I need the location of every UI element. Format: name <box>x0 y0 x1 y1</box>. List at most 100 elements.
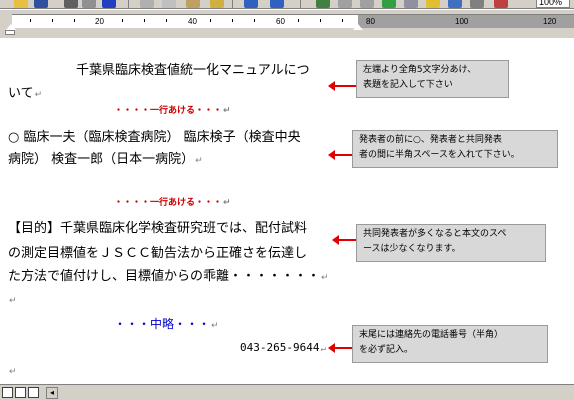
body-line-2: の測定目標値をＪＳＣＣ勧告法から正確さを伝達し <box>8 245 307 263</box>
ruler-tick <box>298 19 299 22</box>
ruler-mark: 20 <box>95 17 104 26</box>
ruler-tick <box>232 19 233 22</box>
ruler-tick <box>74 19 75 22</box>
note-presenter-format: 発表者の前に○、発表者と共同発表 者の間に半角スペースを入れて下さい。 <box>352 130 558 168</box>
spellcheck-icon[interactable] <box>102 0 116 8</box>
ruler-tick <box>122 19 123 22</box>
ruler-tick <box>342 19 343 22</box>
redo-icon[interactable] <box>270 0 284 8</box>
document-page[interactable]: 千葉県臨床検査値統一化マニュアルにつ いて↵ ・・・・一行あける・・・↵ ○ 臨… <box>0 38 574 384</box>
save-icon[interactable] <box>34 0 48 8</box>
ruler-mark: 60 <box>276 17 285 26</box>
omitted-text: ・・・中略・・・ <box>114 317 211 331</box>
note-text: ースは少なくなります。 <box>363 244 461 254</box>
title-line-2: いて↵ <box>8 85 42 104</box>
body-line-1: 【目的】千葉県臨床化学検査研究班では、配付試料 <box>8 220 307 238</box>
ruler-tick <box>30 19 31 22</box>
empty-paragraph: ↵ <box>8 362 17 381</box>
body-text: の測定目標値をＪＳＣＣ勧告法から正確さを伝達し <box>8 246 308 261</box>
ruler-right-indent-icon[interactable] <box>353 24 363 30</box>
empty-paragraph: ↵ <box>8 291 17 310</box>
paragraph-mark-icon: ↵ <box>223 106 231 116</box>
note-text: 者の間に半角スペースを入れて下さい。 <box>359 150 520 160</box>
ruler-tick <box>144 19 145 22</box>
authors-line-1: ○ 臨床一夫（臨床検査病院） 臨床検子（検査中央 <box>8 129 301 147</box>
web-layout-icon[interactable] <box>15 387 26 398</box>
title-text: 千葉県臨床検査値統一化マニュアルにつ <box>76 63 310 78</box>
title-text: いて <box>8 86 34 101</box>
phone-number: 043-265-9644 <box>240 341 320 354</box>
hyperlink-icon[interactable] <box>316 0 330 8</box>
view-bar: ◂ <box>0 384 574 400</box>
authors-text: 病院） 検査一郎（日本一病院） <box>8 152 195 167</box>
undo-icon[interactable] <box>244 0 258 8</box>
toolbar-separator <box>128 0 129 8</box>
paragraph-mark-icon: ↵ <box>320 344 326 354</box>
paragraph-mark-icon: ↵ <box>223 198 231 208</box>
paragraph-mark-icon: ↵ <box>9 296 17 306</box>
blank-line-text: ・・・・一行あける・・・ <box>114 106 223 116</box>
toolbar-separator <box>232 0 233 8</box>
normal-view-icon[interactable] <box>2 387 13 398</box>
ruler-mark: 40 <box>188 17 197 26</box>
paste-icon[interactable] <box>186 0 200 8</box>
note-text: 発表者の前に○、発表者と共同発表 <box>359 135 502 145</box>
ruler-mark: 80 <box>366 17 375 26</box>
note-title-indent: 左端より全角5文字分あけ、 表題を記入して下さい <box>356 60 509 98</box>
ruler-left-indent-icon[interactable] <box>5 30 15 35</box>
insert-table-icon[interactable] <box>360 0 374 8</box>
horizontal-ruler[interactable]: 20 40 60 80 100 120 <box>0 10 574 38</box>
ruler-mark: 120 <box>543 17 557 26</box>
drawing-icon[interactable] <box>426 0 440 8</box>
blank-line-text: ・・・・一行あける・・・ <box>114 198 223 208</box>
paragraph-mark-icon: ↵ <box>195 156 203 166</box>
ruler-text-area <box>12 14 358 28</box>
authors-text: ○ 臨床一夫（臨床検査病院） 臨床検子（検査中央 <box>8 130 301 145</box>
zoom-select[interactable]: 100% <box>536 0 570 8</box>
tables-borders-icon[interactable] <box>338 0 352 8</box>
insert-excel-icon[interactable] <box>382 0 396 8</box>
body-text: 【目的】千葉県臨床化学検査研究班では、配付試料 <box>8 221 308 236</box>
office-assistant-icon[interactable] <box>494 0 508 8</box>
ruler-tick <box>210 19 211 22</box>
print-icon[interactable] <box>64 0 78 8</box>
body-text: た方法で値付けし、目標値からの乖離・・・・・・・ <box>8 269 321 284</box>
ruler-tick <box>166 19 167 22</box>
phone-line: 043-265-9644↵ <box>240 339 326 358</box>
print-layout-icon[interactable] <box>28 387 39 398</box>
scroll-left-icon[interactable]: ◂ <box>46 387 58 399</box>
preview-icon[interactable] <box>82 0 96 8</box>
toolbar-separator <box>300 0 301 8</box>
note-text: 表題を記入して下さい <box>363 80 453 90</box>
note-text: 共同発表者が多くなると本文のスペ <box>363 229 507 239</box>
body-line-3: た方法で値付けし、目標値からの乖離・・・・・・・↵ <box>8 268 329 287</box>
arrow-left-icon <box>328 81 356 91</box>
toolbar: 100% <box>0 0 574 9</box>
ruler-tick <box>52 19 53 22</box>
document-map-icon[interactable] <box>448 0 462 8</box>
authors-line-2: 病院） 検査一郎（日本一病院）↵ <box>8 151 203 170</box>
format-painter-icon[interactable] <box>210 0 224 8</box>
title-line-1: 千葉県臨床検査値統一化マニュアルにつ <box>76 62 310 80</box>
note-text: 左端より全角5文字分あけ、 <box>363 65 477 75</box>
note-text: 末尾には連絡先の電話番号（半角） <box>359 330 504 340</box>
arrow-left-icon <box>332 235 356 245</box>
blank-line-note: ・・・・一行あける・・・↵ <box>114 105 231 117</box>
open-icon[interactable] <box>14 0 28 8</box>
omitted-note: ・・・中略・・・↵ <box>114 317 219 333</box>
ruler-tick <box>254 19 255 22</box>
cut-icon[interactable] <box>140 0 154 8</box>
paragraph-mark-icon: ↵ <box>34 90 43 100</box>
blank-line-note: ・・・・一行あける・・・↵ <box>114 197 231 209</box>
paragraph-mark-icon: ↵ <box>9 367 17 377</box>
note-phone-required: 末尾には連絡先の電話番号（半角） を必ず記入。 <box>352 325 548 363</box>
copy-icon[interactable] <box>162 0 176 8</box>
columns-icon[interactable] <box>404 0 418 8</box>
ruler-mark: 100 <box>455 17 469 26</box>
arrow-left-icon <box>328 343 352 353</box>
note-body-space: 共同発表者が多くなると本文のスペ ースは少なくなります。 <box>356 224 546 262</box>
arrow-left-icon <box>328 150 352 160</box>
paragraph-mark-icon: ↵ <box>321 273 329 283</box>
ruler-tick <box>320 19 321 22</box>
show-hide-icon[interactable] <box>470 0 484 8</box>
